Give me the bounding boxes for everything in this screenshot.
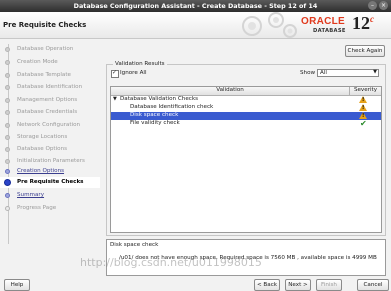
row-text: Disk space check: [130, 112, 179, 118]
table-row[interactable]: ▼ Database Validation Checks: [111, 96, 381, 104]
step-summary[interactable]: Summary: [0, 190, 100, 201]
step-dot-icon: [5, 60, 10, 65]
chevron-down-icon[interactable]: ▼: [373, 69, 377, 75]
current-step-icon: [4, 179, 11, 186]
back-button[interactable]: < Back: [254, 279, 280, 291]
oracle-brand: ORACLE: [301, 16, 346, 27]
step-dot-icon: [5, 193, 10, 198]
check-again-button[interactable]: Check Again: [345, 45, 385, 57]
step-database-options: Database Options: [0, 144, 100, 155]
step-network-configuration: Network Configuration: [0, 120, 100, 131]
next-button[interactable]: Next >: [285, 279, 311, 291]
validation-results-title: Validation Results: [113, 61, 167, 67]
step-management-options: Management Options: [0, 95, 100, 106]
row-text: Database Validation Checks: [120, 96, 198, 102]
details-title: Disk space check: [110, 242, 159, 248]
show-label: Show: [300, 70, 316, 76]
minimize-icon[interactable]: –: [368, 1, 377, 10]
row-text: File validity check: [130, 120, 180, 126]
step-database-template: Database Template: [0, 70, 100, 81]
column-severity[interactable]: Severity: [350, 87, 381, 93]
step-creation-options[interactable]: Creation Options: [0, 166, 100, 177]
step-dot-icon: [5, 206, 10, 211]
cancel-button[interactable]: Cancel: [357, 279, 389, 291]
column-validation[interactable]: Validation: [111, 87, 349, 93]
warning-icon: [359, 96, 367, 103]
checkbox-checked-icon[interactable]: [111, 69, 119, 78]
warning-icon: [359, 112, 367, 119]
version-badge: 12c: [352, 13, 374, 33]
watermark: http://blog.csdn.net/u011998015: [80, 256, 262, 269]
step-dot-icon: [5, 135, 10, 140]
step-dot-icon: [5, 159, 10, 164]
show-select-value: All: [320, 70, 327, 76]
window-title: Database Configuration Assistant - Creat…: [73, 2, 318, 10]
step-dot-icon: [5, 98, 10, 103]
collapse-triangle-icon[interactable]: ▼: [113, 96, 117, 102]
help-button[interactable]: Help: [4, 279, 30, 291]
step-dot-icon: [5, 85, 10, 90]
ignore-all-label: Ignore All: [120, 70, 147, 76]
table-row[interactable]: File validity check ✔: [111, 119, 381, 128]
page-header: Pre Requisite Checks ORACLE DATABASE 12c: [0, 12, 391, 39]
oracle-logo: ORACLE DATABASE 12c: [301, 13, 374, 34]
validation-results-group: Validation Results Ignore All Show All ▼…: [106, 61, 386, 236]
step-progress-page: Progress Page: [0, 203, 100, 214]
gears-decoration-icon: [242, 12, 297, 38]
row-text: Database Identification check: [130, 104, 214, 110]
step-dot-icon: [5, 47, 10, 52]
steps-navigation: Database Operation Creation Mode Databas…: [0, 39, 100, 277]
checkmark-icon: ✔: [360, 119, 367, 128]
step-dot-icon: [5, 123, 10, 128]
finish-button[interactable]: Finish: [316, 279, 342, 291]
window-titlebar: Database Configuration Assistant - Creat…: [0, 0, 391, 12]
step-dot-icon: [5, 169, 10, 174]
table-row[interactable]: Database Identification check: [111, 104, 381, 112]
page-title: Pre Requisite Checks: [3, 21, 87, 29]
step-dot-icon: [5, 110, 10, 115]
step-database-identification: Database Identification: [0, 82, 100, 93]
table-header: Validation Severity: [111, 87, 381, 96]
show-select[interactable]: All ▼: [317, 69, 379, 77]
close-icon[interactable]: ×: [379, 1, 388, 10]
step-creation-mode: Creation Mode: [0, 57, 100, 68]
table-row-selected[interactable]: Disk space check: [111, 112, 381, 120]
step-pre-requisite-checks[interactable]: Pre Requisite Checks: [0, 177, 100, 188]
step-database-credentials: Database Credentials: [0, 107, 100, 118]
step-database-operation: Database Operation: [0, 44, 100, 55]
step-dot-icon: [5, 147, 10, 152]
step-storage-locations: Storage Locations: [0, 132, 100, 143]
step-dot-icon: [5, 73, 10, 78]
validation-table: Validation Severity ▼ Database Validatio…: [110, 86, 382, 233]
warning-icon: [359, 104, 367, 111]
product-name: DATABASE: [313, 28, 346, 34]
